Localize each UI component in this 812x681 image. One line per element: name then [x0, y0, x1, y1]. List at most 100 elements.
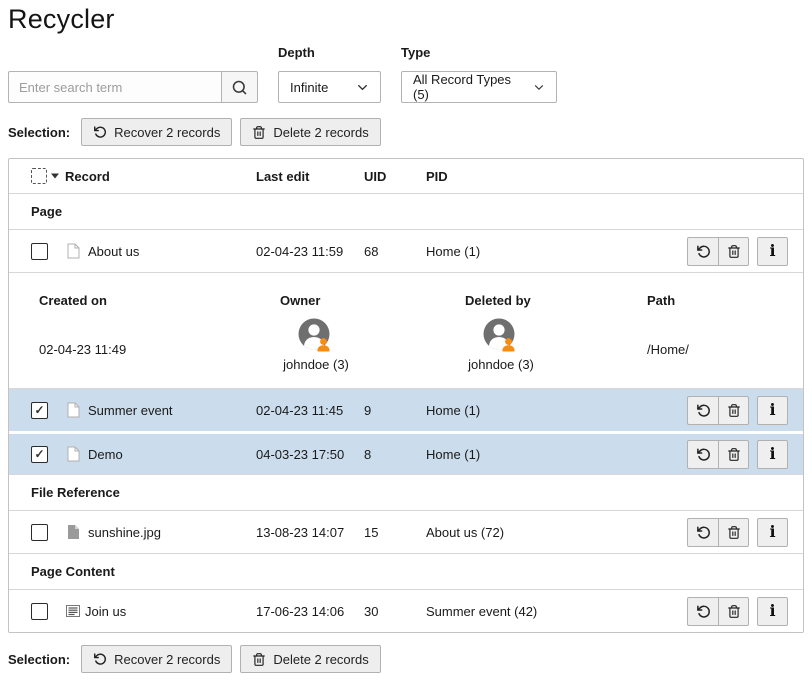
table-row: sunshine.jpg 13-08-23 14:07 15 About us …	[9, 510, 803, 553]
record-uid: 15	[364, 525, 426, 540]
page-icon	[65, 243, 81, 259]
recover-record-button[interactable]	[687, 440, 718, 469]
record-info-button[interactable]: i	[757, 440, 788, 469]
recover-selection-button[interactable]: Recover 2 records	[81, 645, 232, 673]
delete-record-button[interactable]	[718, 440, 749, 469]
undo-icon	[696, 244, 711, 259]
row-checkbox[interactable]	[31, 243, 48, 260]
trash-icon	[727, 244, 741, 259]
column-header-last-edit: Last edit	[256, 169, 364, 184]
page-icon	[65, 446, 81, 462]
record-title: sunshine.jpg	[88, 525, 161, 540]
recover-record-button[interactable]	[687, 237, 718, 266]
record-last-edit: 02-04-23 11:59	[256, 244, 364, 259]
column-header-record: Record	[65, 169, 256, 184]
page-title: Recycler	[8, 0, 804, 45]
record-last-edit: 17-06-23 14:06	[256, 604, 364, 619]
detail-header-path: Path	[647, 293, 787, 308]
type-select[interactable]: All Record Types (5)	[401, 71, 557, 103]
record-uid: 68	[364, 244, 426, 259]
record-pid: Home (1)	[426, 403, 643, 418]
row-checkbox[interactable]	[31, 402, 48, 419]
recycler-table: Record Last edit UID PID Page About us 0…	[8, 158, 804, 633]
search-input[interactable]	[8, 71, 221, 103]
record-last-edit: 02-04-23 11:45	[256, 403, 364, 418]
delete-record-button[interactable]	[718, 237, 749, 266]
undo-icon	[696, 604, 711, 619]
recover-record-button[interactable]	[687, 396, 718, 425]
record-title: Join us	[85, 604, 126, 619]
recover-record-button[interactable]	[687, 518, 718, 547]
depth-label: Depth	[278, 45, 381, 60]
type-label: Type	[401, 45, 557, 60]
record-pid: Home (1)	[426, 447, 643, 462]
avatar	[483, 318, 519, 354]
group-header-page-content: Page Content	[9, 553, 803, 589]
table-row: About us 02-04-23 11:59 68 Home (1) i	[9, 229, 803, 272]
content-element-icon	[65, 603, 81, 619]
detail-header-owner: Owner	[280, 293, 465, 308]
avatar	[298, 318, 334, 354]
table-row: Summer event 02-04-23 11:45 9 Home (1) i	[9, 388, 803, 431]
trash-icon	[252, 652, 266, 667]
record-uid: 9	[364, 403, 426, 418]
detail-header-deleted-by: Deleted by	[465, 293, 647, 308]
record-detail-panel: Created on 02-04-23 11:49 Owner johndoe …	[9, 272, 803, 388]
undo-icon	[696, 525, 711, 540]
row-checkbox[interactable]	[31, 524, 48, 541]
page-icon	[65, 402, 81, 418]
record-last-edit: 04-03-23 17:50	[256, 447, 364, 462]
column-header-uid: UID	[364, 169, 426, 184]
table-row: Join us 17-06-23 14:06 30 Summer event (…	[9, 589, 803, 632]
trash-icon	[727, 525, 741, 540]
record-title: Demo	[88, 447, 123, 462]
undo-icon	[696, 403, 711, 418]
record-pid: Summer event (42)	[426, 604, 643, 619]
search-button[interactable]	[221, 71, 258, 103]
record-info-button[interactable]: i	[757, 396, 788, 425]
trash-icon	[252, 125, 266, 140]
selection-label: Selection:	[8, 652, 70, 667]
delete-record-button[interactable]	[718, 396, 749, 425]
chevron-down-icon	[356, 81, 369, 94]
caret-down-icon[interactable]	[51, 173, 59, 179]
delete-selection-label: Delete 2 records	[273, 652, 368, 667]
group-header-page: Page	[9, 193, 803, 229]
recover-record-button[interactable]	[687, 597, 718, 626]
select-all-checkbox[interactable]	[31, 168, 47, 184]
trash-icon	[727, 403, 741, 418]
record-info-button[interactable]: i	[757, 597, 788, 626]
group-header-file-reference: File Reference	[9, 474, 803, 510]
table-row: Demo 04-03-23 17:50 8 Home (1) i	[9, 431, 803, 474]
undo-icon	[93, 652, 107, 666]
filter-bar: Depth Infinite Type All Record Types (5)	[8, 45, 804, 103]
delete-record-button[interactable]	[718, 597, 749, 626]
record-info-button[interactable]: i	[757, 237, 788, 266]
file-icon	[65, 524, 81, 540]
type-select-value: All Record Types (5)	[413, 72, 521, 102]
record-info-button[interactable]: i	[757, 518, 788, 547]
row-checkbox[interactable]	[31, 446, 48, 463]
search-icon	[231, 79, 248, 96]
trash-icon	[727, 447, 741, 462]
detail-path: /Home/	[647, 342, 787, 357]
delete-selection-label: Delete 2 records	[273, 125, 368, 140]
detail-owner: johndoe (3)	[283, 357, 349, 372]
undo-icon	[696, 447, 711, 462]
delete-record-button[interactable]	[718, 518, 749, 547]
column-header-pid: PID	[426, 169, 643, 184]
undo-icon	[93, 125, 107, 139]
recover-selection-button[interactable]: Recover 2 records	[81, 118, 232, 146]
delete-selection-button[interactable]: Delete 2 records	[240, 118, 380, 146]
selection-bar-top: Selection: Recover 2 records Delete 2 re…	[8, 118, 804, 146]
trash-icon	[727, 604, 741, 619]
record-uid: 30	[364, 604, 426, 619]
detail-deleted-by: johndoe (3)	[468, 357, 534, 372]
row-checkbox[interactable]	[31, 603, 48, 620]
record-last-edit: 13-08-23 14:07	[256, 525, 364, 540]
detail-header-created-on: Created on	[39, 293, 280, 308]
delete-selection-button[interactable]: Delete 2 records	[240, 645, 380, 673]
depth-select[interactable]: Infinite	[278, 71, 381, 103]
recover-selection-label: Recover 2 records	[114, 125, 220, 140]
recover-selection-label: Recover 2 records	[114, 652, 220, 667]
